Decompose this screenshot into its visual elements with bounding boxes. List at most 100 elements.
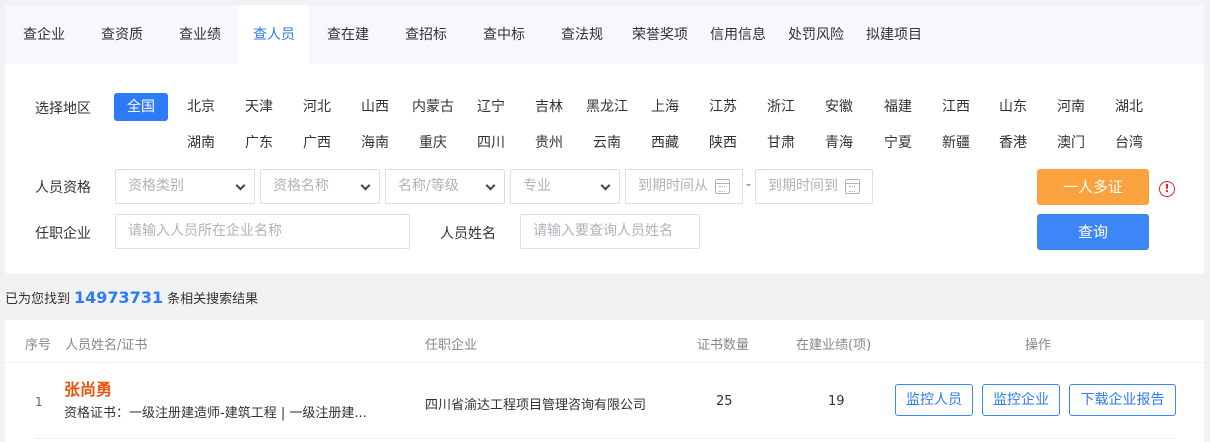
- tab-personnel[interactable]: 查人员: [239, 5, 309, 64]
- tab-company[interactable]: 查企业: [5, 5, 83, 64]
- qualification-level-placeholder: 名称/等级: [398, 178, 459, 194]
- company-link[interactable]: 四川省渝达工程项目管理咨询有限公司: [425, 394, 646, 413]
- person-name-input[interactable]: 请输入要查询人员姓名: [520, 214, 700, 249]
- region-item[interactable]: 福建: [868, 99, 928, 115]
- region-item[interactable]: 天津: [229, 99, 289, 115]
- tab-regulations[interactable]: 查法规: [543, 5, 621, 64]
- region-item[interactable]: 青海: [809, 135, 869, 151]
- region-item[interactable]: 甘肃: [751, 135, 811, 151]
- header-actions: 操作: [1025, 338, 1052, 353]
- major-select[interactable]: 专业: [510, 169, 620, 204]
- region-item[interactable]: 内蒙古: [403, 99, 463, 115]
- tab-proposed-projects[interactable]: 拟建项目: [855, 5, 933, 64]
- person-name-placeholder: 请输入要查询人员姓名: [533, 223, 673, 239]
- region-item[interactable]: 湖南: [171, 135, 231, 151]
- summary-suffix: 条相关搜索结果: [167, 292, 259, 307]
- region-item[interactable]: 北京: [171, 99, 231, 115]
- region-item[interactable]: 江苏: [693, 99, 753, 115]
- summary-prefix: 已为您找到: [5, 292, 71, 307]
- region-item[interactable]: 广东: [229, 135, 289, 151]
- person-cert: 资格证书：一级注册建造师-建筑工程 | 一级注册建...: [64, 406, 367, 421]
- tab-bid-win[interactable]: 查中标: [465, 5, 543, 64]
- cert-count: 25: [716, 394, 733, 409]
- header-index: 序号: [25, 338, 52, 353]
- tab-credit[interactable]: 信用信息: [699, 5, 777, 64]
- qualification-name-placeholder: 资格名称: [273, 178, 329, 194]
- header-company: 任职企业: [425, 338, 478, 353]
- calendar-icon: [845, 179, 860, 194]
- region-item[interactable]: 湖北: [1099, 99, 1159, 115]
- category-tabs: 查企业 查资质 查业绩 查人员 查在建 查招标 查中标 查法规 荣誉奖项 信用信…: [5, 5, 1204, 64]
- qualification-level-select[interactable]: 名称/等级: [385, 169, 505, 204]
- chevron-down-icon: [600, 180, 611, 191]
- result-table: 序号 人员姓名/证书 任职企业 证书数量 在建业绩(项) 操作 1 张尚勇 资格…: [5, 320, 1204, 442]
- multi-cert-button[interactable]: 一人多证: [1037, 169, 1149, 205]
- expiry-date-from-placeholder: 到期时间从: [638, 178, 708, 194]
- region-item[interactable]: 安徽: [809, 99, 869, 115]
- region-item[interactable]: 西藏: [635, 135, 695, 151]
- tab-penalty-risk[interactable]: 处罚风险: [777, 5, 855, 64]
- region-item[interactable]: 浙江: [751, 99, 811, 115]
- header-name-cert: 人员姓名/证书: [65, 338, 148, 353]
- region-item[interactable]: 澳门: [1041, 135, 1101, 151]
- region-item[interactable]: 河北: [287, 99, 347, 115]
- person-filter-label: 人员姓名: [440, 226, 496, 242]
- qualification-name-select[interactable]: 资格名称: [260, 169, 380, 204]
- region-item[interactable]: 海南: [345, 135, 405, 151]
- region-item[interactable]: 黑龙江: [577, 99, 637, 115]
- region-item[interactable]: 山东: [983, 99, 1043, 115]
- project-count: 19: [828, 394, 845, 409]
- region-item[interactable]: 广西: [287, 135, 347, 151]
- result-summary: 已为您找到 14973731 条相关搜索结果: [5, 288, 258, 307]
- result-count: 14973731: [74, 288, 164, 307]
- chevron-down-icon: [360, 180, 371, 191]
- company-name-input[interactable]: 请输入人员所在企业名称: [115, 214, 410, 249]
- region-item[interactable]: 河南: [1041, 99, 1101, 115]
- region-item[interactable]: 香港: [983, 135, 1043, 151]
- row-index: 1: [35, 395, 43, 409]
- person-name-link[interactable]: 张尚勇: [64, 376, 112, 400]
- download-report-button[interactable]: 下载企业报告: [1069, 384, 1176, 416]
- filter-panel: 查企业 查资质 查业绩 查人员 查在建 查招标 查中标 查法规 荣誉奖项 信用信…: [5, 5, 1204, 274]
- region-item[interactable]: 全国: [114, 93, 168, 121]
- monitor-company-button[interactable]: 监控企业: [982, 384, 1060, 416]
- region-item[interactable]: 上海: [635, 99, 695, 115]
- tab-qualification[interactable]: 查资质: [83, 5, 161, 64]
- region-item[interactable]: 宁夏: [868, 135, 928, 151]
- region-label: 选择地区: [35, 101, 91, 117]
- region-item[interactable]: 贵州: [519, 135, 579, 151]
- company-name-placeholder: 请输入人员所在企业名称: [128, 223, 282, 239]
- region-item[interactable]: 新疆: [926, 135, 986, 151]
- tab-honors[interactable]: 荣誉奖项: [621, 5, 699, 64]
- region-item[interactable]: 陕西: [693, 135, 753, 151]
- qualification-type-select[interactable]: 资格类别: [115, 169, 255, 204]
- qualification-label: 人员资格: [35, 180, 91, 196]
- expiry-date-from-input[interactable]: 到期时间从: [625, 169, 743, 204]
- exclamation-circle-icon[interactable]: !: [1159, 181, 1175, 197]
- chevron-down-icon: [485, 180, 496, 191]
- region-item[interactable]: 云南: [577, 135, 637, 151]
- region-item[interactable]: 辽宁: [461, 99, 521, 115]
- monitor-person-button[interactable]: 监控人员: [895, 384, 973, 416]
- major-placeholder: 专业: [523, 178, 551, 194]
- region-item[interactable]: 江西: [926, 99, 986, 115]
- tab-performance[interactable]: 查业绩: [161, 5, 239, 64]
- expiry-date-to-input[interactable]: 到期时间到: [755, 169, 873, 204]
- company-filter-label: 任职企业: [35, 226, 91, 242]
- search-button[interactable]: 查询: [1037, 214, 1149, 250]
- tab-tender[interactable]: 查招标: [387, 5, 465, 64]
- chevron-down-icon: [235, 180, 246, 191]
- region-item[interactable]: 山西: [345, 99, 405, 115]
- row-divider: [35, 438, 1175, 439]
- calendar-icon: [715, 179, 730, 194]
- expiry-date-to-placeholder: 到期时间到: [768, 178, 838, 194]
- region-item[interactable]: 重庆: [403, 135, 463, 151]
- tab-in-construction[interactable]: 查在建: [309, 5, 387, 64]
- region-item[interactable]: 吉林: [519, 99, 579, 115]
- region-item[interactable]: 台湾: [1099, 135, 1159, 151]
- header-cert-count: 证书数量: [697, 338, 750, 353]
- date-separator: -: [746, 177, 752, 193]
- header-projects: 在建业绩(项): [796, 338, 872, 353]
- header-divider: [5, 362, 1204, 363]
- region-item[interactable]: 四川: [461, 135, 521, 151]
